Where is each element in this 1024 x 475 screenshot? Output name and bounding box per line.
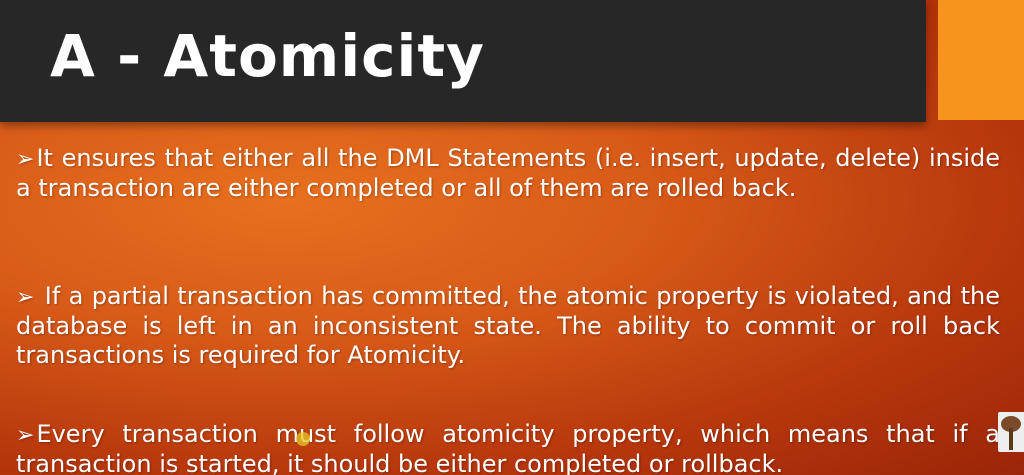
pointer-highlight	[296, 432, 310, 446]
slide: A - Atomicity ➢It ensures that either al…	[0, 0, 1024, 475]
tree-trunk	[1009, 428, 1013, 450]
arrow-bullet-icon: ➢	[16, 285, 35, 310]
title-bar: A - Atomicity	[0, 0, 926, 122]
bullet-text: If a partial transaction has committed, …	[16, 282, 1000, 369]
tree-logo-icon	[998, 412, 1024, 452]
bullet-text: Every transaction must follow atomicity …	[16, 420, 1000, 475]
bullet-item: ➢ If a partial transaction has committed…	[16, 282, 1000, 370]
accent-block	[938, 0, 1024, 120]
bullet-text: It ensures that either all the DML State…	[16, 144, 1000, 202]
arrow-bullet-icon: ➢	[16, 147, 35, 172]
slide-title: A - Atomicity	[50, 22, 485, 90]
bullet-item: ➢Every transaction must follow atomicity…	[16, 420, 1000, 475]
arrow-bullet-icon: ➢	[16, 423, 35, 448]
bullet-item: ➢It ensures that either all the DML Stat…	[16, 144, 1000, 203]
